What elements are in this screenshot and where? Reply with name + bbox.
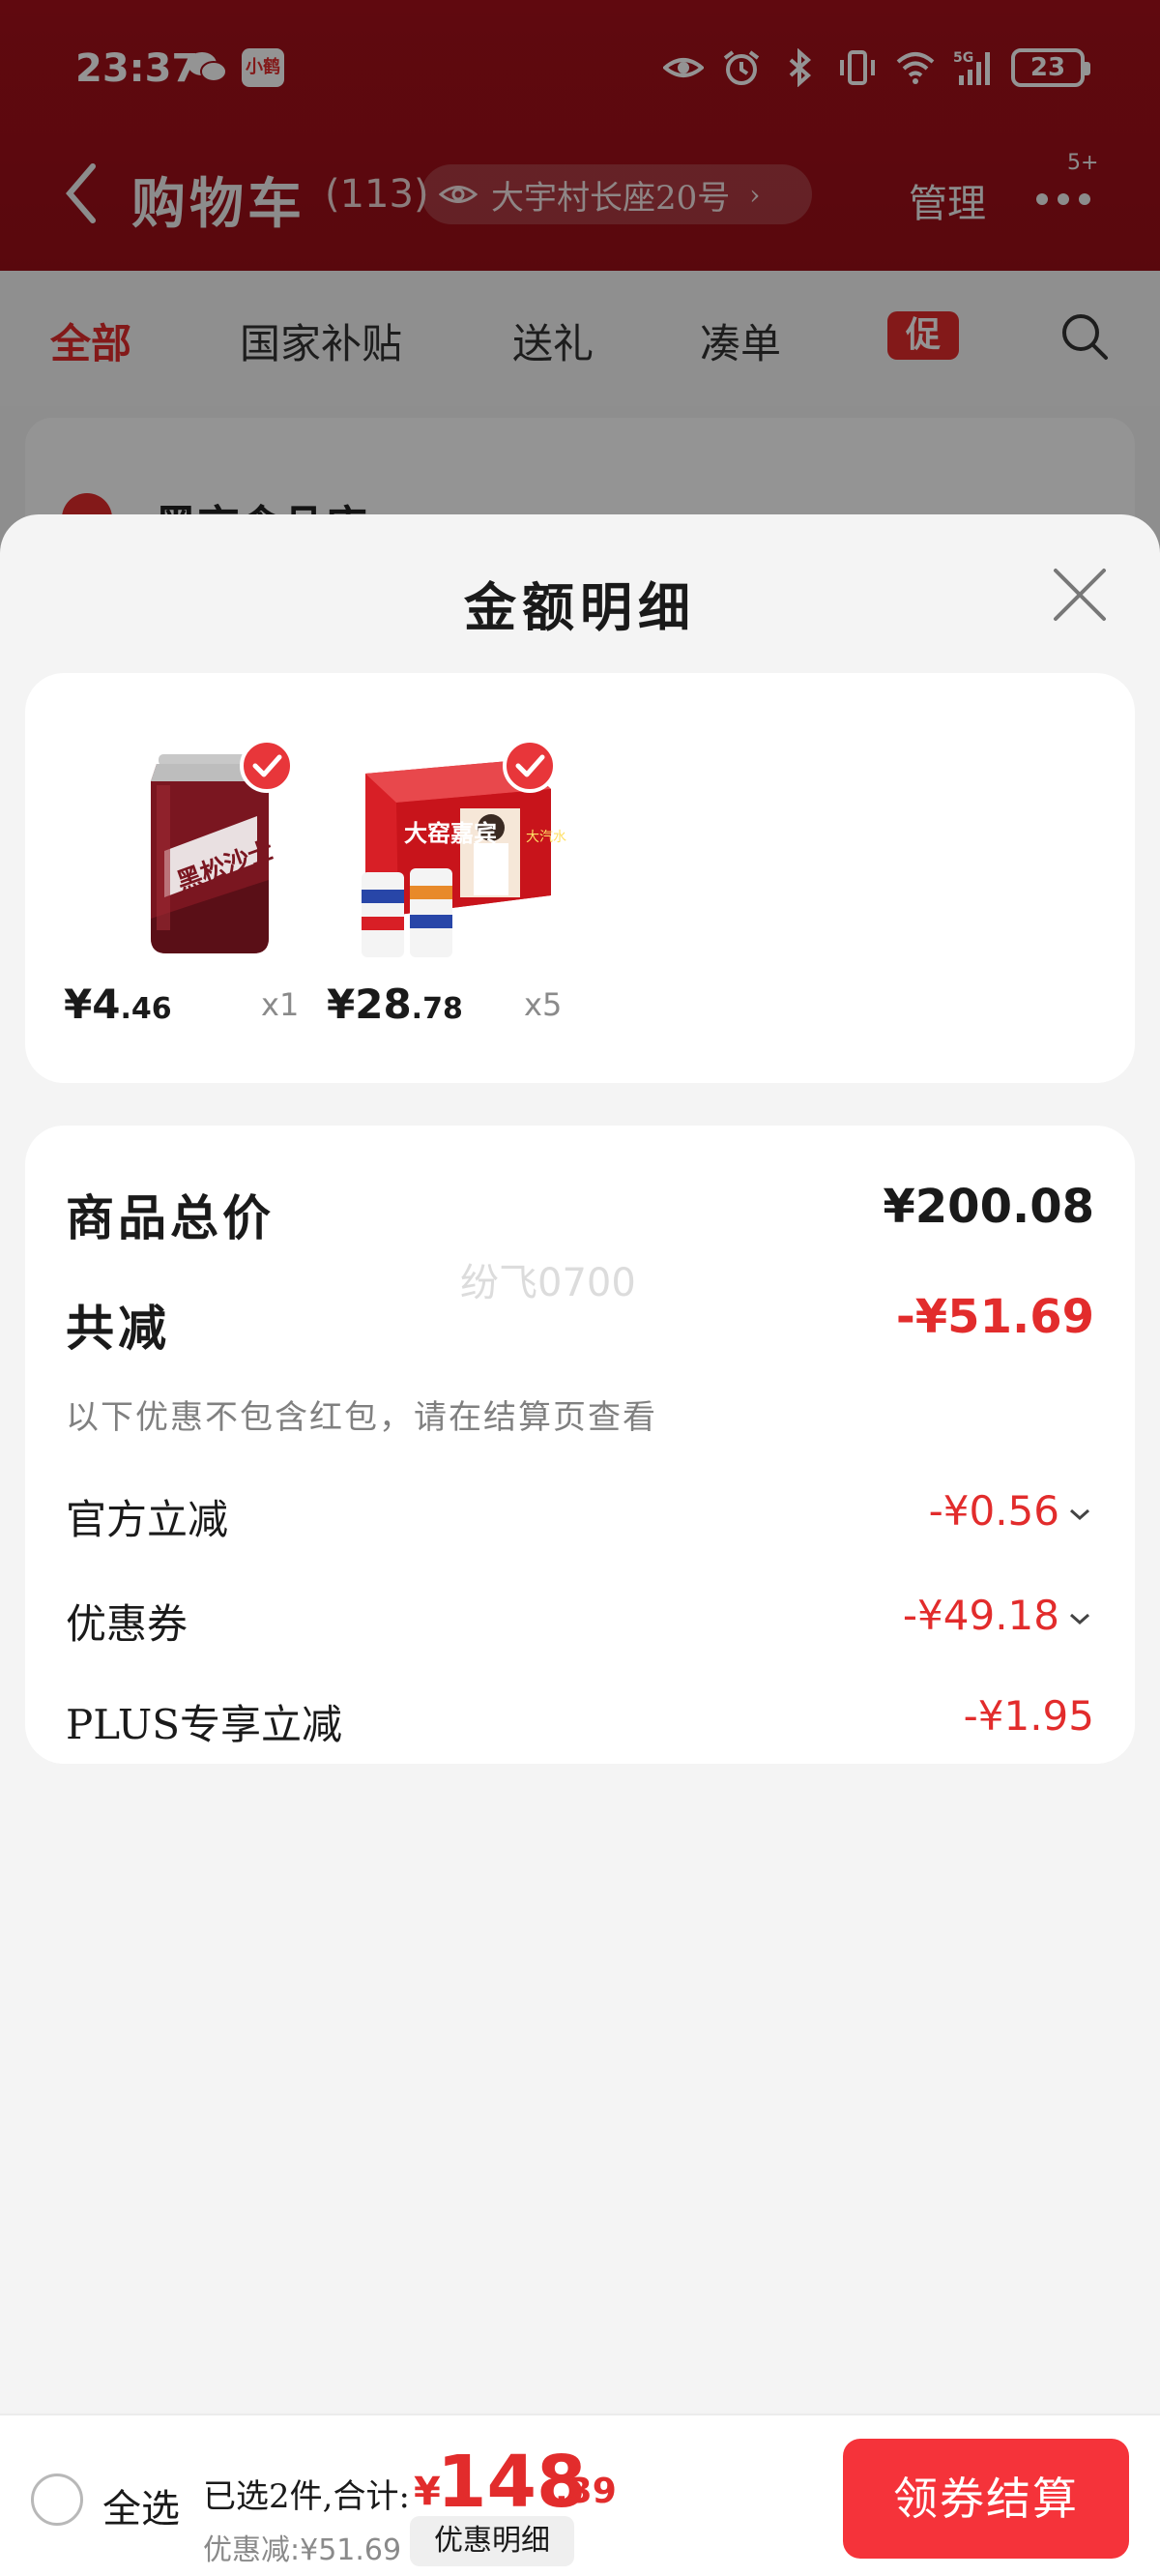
selected-item[interactable]: 大窑嘉宾 大汽水 ¥28.78 x5 xyxy=(288,673,597,1083)
discount-detail-button[interactable]: 优惠明细 xyxy=(410,2516,574,2566)
item-price: ¥4.46 xyxy=(64,981,172,1028)
discount-value: -¥49.18 xyxy=(903,1592,1094,1639)
selected-items-card: 黑松沙士 ¥4.46 x1 大窑嘉宾 大汽水 ¥28.78 x5 xyxy=(25,673,1135,1083)
discount-hint: 以下优惠不包含红包，请在结算页查看 xyxy=(66,1398,657,1437)
checkmark-icon xyxy=(252,754,282,777)
close-icon[interactable] xyxy=(1050,565,1110,625)
chevron-down-icon xyxy=(1070,1613,1089,1625)
total-reduction-value: -¥51.69 xyxy=(895,1290,1094,1344)
select-all-checkbox[interactable] xyxy=(31,2474,83,2526)
discount-label: 优惠券 xyxy=(66,1600,188,1648)
item-selected-checkbox[interactable] xyxy=(503,739,557,793)
chevron-down-icon xyxy=(1070,1508,1089,1520)
price-summary-card: 纷飞0700 商品总价 ¥200.08 共减 -¥51.69 以下优惠不包含红包… xyxy=(25,1126,1135,1764)
total-price-label: 商品总价 xyxy=(66,1189,275,1246)
sheet-title: 金额明细 xyxy=(464,576,696,638)
item-quantity: x5 xyxy=(524,986,563,1023)
item-selected-checkbox[interactable] xyxy=(240,739,294,793)
discount-label: 官方立减 xyxy=(66,1496,229,1543)
total-price-value: ¥200.08 xyxy=(883,1180,1094,1234)
item-price: ¥28.78 xyxy=(327,981,463,1028)
amount-detail-sheet: 金额明细 黑松沙士 ¥4.46 x1 大窑嘉宾 大汽水 ¥28.78 x5 纷飞… xyxy=(0,514,1160,2414)
checkout-bar: 全选 已选2件,合计: ¥ 148 .39 优惠减:¥51.69 优惠明细 领券… xyxy=(0,2414,1160,2576)
checkout-button[interactable]: 领券结算 xyxy=(843,2439,1129,2559)
total-reduction-label: 共减 xyxy=(66,1300,170,1357)
discount-value: -¥1.95 xyxy=(963,1692,1094,1740)
selected-summary: 已选2件,合计: xyxy=(203,2477,410,2516)
discount-amount: 优惠减:¥51.69 xyxy=(203,2533,402,2567)
svg-text:大窑嘉宾: 大窑嘉宾 xyxy=(404,820,497,847)
select-all-label[interactable]: 全选 xyxy=(102,2477,180,2533)
checkmark-icon xyxy=(515,754,545,777)
watermark: 纷飞0700 xyxy=(460,1261,636,1305)
discount-label: PLUS专享立减 xyxy=(66,1701,343,1748)
discount-value: -¥0.56 xyxy=(929,1487,1094,1535)
total-cents: .39 xyxy=(555,2472,617,2511)
svg-text:大汽水: 大汽水 xyxy=(526,830,566,845)
